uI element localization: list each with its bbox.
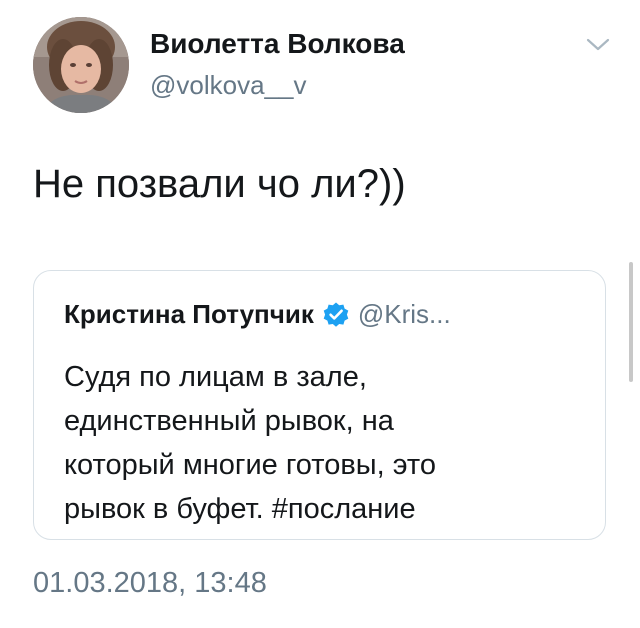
quoted-text-line: единственный рывок, на	[64, 405, 394, 437]
quoted-tweet-card[interactable]: Кристина Потупчик @Kris... Судя по лицам…	[33, 270, 606, 540]
quoted-author-display-name: Кристина Потупчик	[64, 299, 314, 329]
quoted-tweet-header: Кристина Потупчик @Kris...	[64, 299, 451, 330]
verified-badge-icon	[322, 301, 350, 329]
tweet-view: Виолетта Волкова @volkova__v Не позвали …	[0, 0, 640, 628]
chevron-down-icon[interactable]	[584, 34, 612, 54]
tweet-timestamp[interactable]: 01.03.2018, 13:48	[33, 567, 267, 600]
author-handle[interactable]: @volkova__v	[150, 70, 306, 101]
author-display-name[interactable]: Виолетта Волкова	[150, 28, 405, 60]
avatar-image	[33, 17, 129, 113]
scrollbar-thumb[interactable]	[629, 262, 633, 382]
quoted-text-line: рывок в буфет. #послание	[64, 493, 416, 525]
quoted-author-handle: @Kris...	[357, 299, 451, 329]
quoted-text-line: который многие готовы, это	[64, 449, 436, 481]
quoted-text-line: Судя по лицам в зале,	[64, 361, 367, 393]
tweet-text: Не позвали чо ли?))	[33, 162, 406, 206]
avatar[interactable]	[33, 17, 129, 113]
quoted-tweet-text: Судя по лицам в зале, единственный рывок…	[64, 355, 584, 531]
